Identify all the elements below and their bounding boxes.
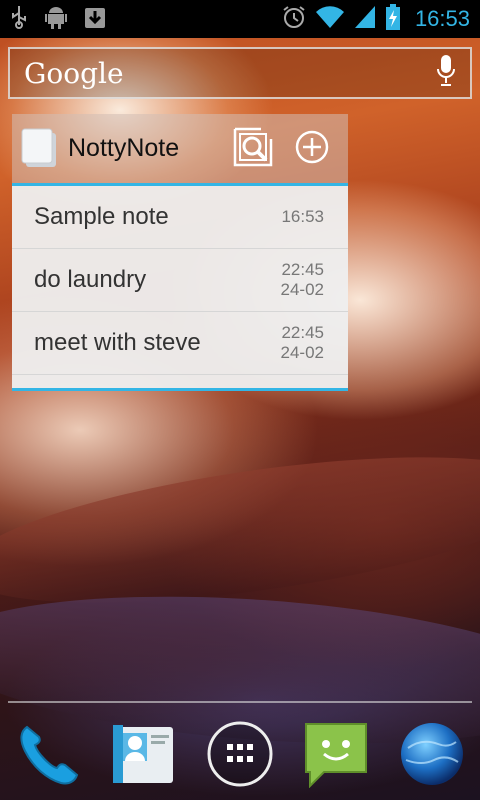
dock (0, 708, 480, 800)
note-time: 16:53 (281, 207, 324, 226)
dock-divider (8, 701, 472, 703)
android-debug-icon (44, 4, 68, 34)
note-date: 24-02 (280, 343, 324, 362)
note-meta: 16:53 (281, 207, 324, 227)
messaging-icon[interactable] (301, 719, 371, 789)
note-date: 24-02 (280, 280, 324, 299)
usb-icon (10, 5, 28, 33)
widget-footer (12, 375, 348, 391)
note-meta: 22:45 24-02 (281, 260, 324, 300)
search-notes-icon[interactable] (232, 126, 274, 172)
nottynote-logo-icon[interactable] (20, 127, 60, 171)
google-logo: Google (24, 56, 124, 90)
note-time: 22:45 (281, 260, 324, 279)
note-row[interactable]: meet with steve 22:45 24-02 (12, 312, 348, 375)
alarm-icon (281, 4, 307, 34)
note-row[interactable]: do laundry 22:45 24-02 (12, 249, 348, 312)
battery-charging-icon (385, 3, 401, 35)
phone-icon[interactable] (13, 719, 83, 789)
note-title: meet with steve (34, 329, 201, 356)
nottynote-widget: NottyNote Sample note 16:53 do laundry 2… (12, 114, 348, 392)
notes-list: Sample note 16:53 do laundry 22:45 24-02… (12, 186, 348, 375)
mic-icon[interactable] (436, 54, 456, 92)
contacts-icon[interactable] (109, 719, 179, 789)
widget-title: NottyNote (68, 134, 180, 162)
add-note-icon[interactable] (294, 129, 330, 169)
browser-globe-icon[interactable] (397, 719, 467, 789)
download-icon (84, 5, 106, 33)
note-title: Sample note (34, 203, 169, 230)
all-apps-icon[interactable] (205, 719, 275, 789)
note-title: do laundry (34, 266, 147, 293)
note-meta: 22:45 24-02 (281, 323, 324, 363)
widget-header: NottyNote (12, 114, 348, 186)
note-row[interactable]: Sample note 16:53 (12, 186, 348, 249)
wifi-icon (315, 4, 345, 34)
status-bar: 16:53 (0, 0, 480, 38)
signal-icon (353, 4, 377, 34)
clock: 16:53 (414, 6, 470, 31)
google-search-widget[interactable]: Google (8, 47, 472, 99)
note-time: 22:45 (281, 323, 324, 342)
